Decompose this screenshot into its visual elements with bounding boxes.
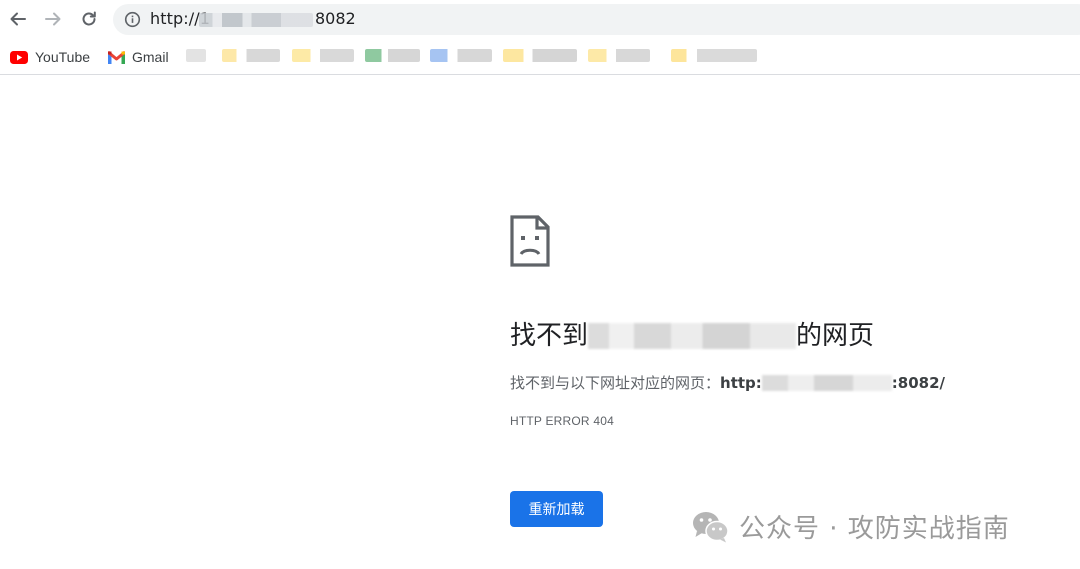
bookmark-gmail[interactable]: Gmail: [108, 47, 169, 67]
desc-url-end: :8082/: [891, 374, 946, 392]
redacted-bookmark[interactable]: [430, 49, 492, 62]
wechat-icon: [693, 511, 729, 542]
info-icon[interactable]: [124, 11, 141, 28]
gmail-icon: [108, 50, 125, 64]
redacted-bookmark[interactable]: [588, 49, 650, 62]
redacted-host: [199, 13, 313, 27]
address-bar[interactable]: http://1 8082: [113, 4, 1080, 35]
reload-toolbar-button[interactable]: [76, 6, 102, 32]
youtube-icon: [10, 50, 28, 64]
bookmark-youtube[interactable]: YouTube: [10, 47, 90, 67]
back-button[interactable]: [5, 6, 31, 32]
redacted-bookmark[interactable]: [671, 49, 757, 62]
error-code: HTTP ERROR 404: [510, 414, 614, 428]
error-title: 找不到 的网页: [510, 315, 874, 352]
refresh-icon: [82, 11, 96, 26]
bookmarks-bar: YouTube Gmail: [0, 40, 1080, 75]
forward-button[interactable]: [40, 6, 66, 32]
redacted-bookmark[interactable]: [292, 49, 354, 62]
forward-arrow-icon: [45, 12, 61, 26]
error-description: 找不到与以下网址对应的网页：http: :8082/: [510, 372, 945, 393]
watermark: 公众号 · 攻防实战指南: [691, 508, 1010, 545]
redacted-url: [761, 375, 892, 391]
sad-page-icon: [510, 215, 550, 267]
watermark-text: 公众号 · 攻防实战指南: [739, 514, 1010, 544]
bookmark-label: YouTube: [35, 49, 91, 65]
redacted-host: [588, 323, 797, 349]
desc-url-start: http:: [720, 374, 762, 392]
browser-toolbar: http://1 8082: [0, 0, 1080, 40]
title-start: 找不到: [510, 321, 589, 351]
title-end: 的网页: [796, 321, 875, 351]
redacted-bookmark[interactable]: [503, 49, 577, 62]
redacted-bookmark[interactable]: [222, 49, 280, 62]
redacted-bookmark[interactable]: [365, 49, 420, 62]
reload-button[interactable]: 重新加载: [510, 491, 603, 527]
url-suffix: 8082: [315, 9, 356, 28]
redacted-bookmark[interactable]: [186, 49, 206, 62]
bookmark-label: Gmail: [132, 49, 169, 65]
desc-prefix: 找不到与以下网址对应的网页：: [510, 374, 721, 392]
back-arrow-icon: [10, 12, 26, 26]
